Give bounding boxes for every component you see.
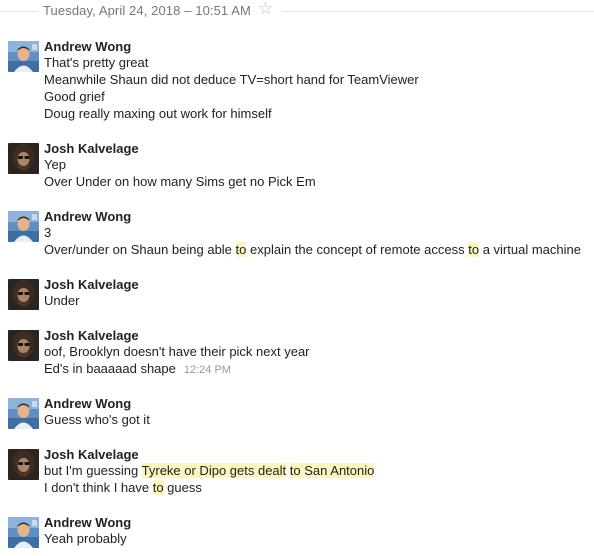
- text-segment: but I'm guessing: [44, 463, 142, 478]
- sender-name[interactable]: Andrew Wong: [44, 209, 131, 225]
- sender-name[interactable]: Josh Kalvelage: [44, 447, 139, 463]
- message-line: Yep: [44, 157, 66, 172]
- highlighted-text: Tyreke or Dipo gets dealt: [141, 463, 287, 478]
- message-line: Guess who's got it: [44, 412, 150, 427]
- sender-name[interactable]: Andrew Wong: [44, 396, 131, 412]
- message-line: oof, Brooklyn doesn't have their pick ne…: [44, 344, 310, 359]
- message-line: Doug really maxing out work for himself: [44, 106, 272, 121]
- highlighted-text: to: [235, 242, 247, 257]
- date-divider-right: [282, 11, 594, 12]
- highlighted-text: to: [468, 242, 480, 257]
- message-timestamp: 12:24 PM: [183, 364, 231, 376]
- message-line: Under: [44, 293, 80, 308]
- sender-name[interactable]: Josh Kalvelage: [44, 277, 139, 293]
- message-line: I don't think I have to guess: [44, 480, 202, 496]
- highlighted-text: to San Antonio: [289, 463, 375, 478]
- message-group: Josh Kalvelage Yep Over Under on how man…: [0, 141, 594, 191]
- andrew-wong-avatar[interactable]: [8, 211, 39, 242]
- message-line: Good grief: [44, 89, 105, 104]
- message-group: Andrew Wong That's pretty great Meanwhil…: [0, 39, 594, 123]
- josh-kalvelage-avatar[interactable]: [8, 279, 39, 310]
- text-segment: a virtual machine: [479, 242, 581, 257]
- date-separator: –: [184, 3, 192, 18]
- sender-name[interactable]: Josh Kalvelage: [44, 141, 139, 157]
- josh-kalvelage-avatar[interactable]: [8, 449, 39, 480]
- message-line: Yeah probably: [44, 531, 127, 546]
- andrew-wong-avatar[interactable]: [8, 41, 39, 72]
- message-line: Meanwhile Shaun did not deduce TV=short …: [44, 72, 419, 87]
- andrew-wong-avatar[interactable]: [8, 517, 39, 548]
- message-group: Josh Kalvelage Under: [0, 277, 594, 310]
- sender-name[interactable]: Andrew Wong: [44, 39, 131, 55]
- message-line: That's pretty great: [44, 55, 149, 70]
- message-text: Ed's in baaaaad shape: [44, 361, 176, 376]
- message-group: Josh Kalvelage but I'm guessing Tyreke o…: [0, 447, 594, 497]
- message-line: Over Under on how many Sims get no Pick …: [44, 174, 316, 189]
- message-group: Andrew Wong Guess who's got it: [0, 396, 594, 429]
- josh-kalvelage-avatar[interactable]: [8, 330, 39, 361]
- date-divider-left: [0, 11, 38, 12]
- message-group: Josh Kalvelage oof, Brooklyn doesn't hav…: [0, 328, 594, 378]
- andrew-wong-avatar[interactable]: [8, 398, 39, 429]
- date-label: Tuesday, April 24, 2018: [43, 3, 181, 18]
- message-line: Ed's in baaaaad shape 12:24 PM: [44, 361, 231, 378]
- date-header: Tuesday, April 24, 2018 – 10:51 AM ☆: [0, 0, 594, 24]
- text-segment: Over/under on Shaun being able: [44, 242, 236, 257]
- highlighted-text: to: [152, 480, 164, 495]
- message-line: 3: [44, 225, 52, 240]
- star-icon[interactable]: ☆: [258, 0, 273, 18]
- text-segment: guess: [163, 480, 202, 495]
- message-line: but I'm guessing Tyreke or Dipo gets dea…: [44, 463, 375, 479]
- sender-name[interactable]: Andrew Wong: [44, 515, 131, 531]
- time-label: 10:51 AM: [195, 3, 251, 18]
- message-group: Andrew Wong Yeah probably: [0, 515, 594, 548]
- sender-name[interactable]: Josh Kalvelage: [44, 328, 139, 344]
- message-line: Over/under on Shaun being able to explai…: [44, 242, 581, 258]
- text-segment: I don't think I have: [44, 480, 153, 495]
- josh-kalvelage-avatar[interactable]: [8, 143, 39, 174]
- message-group: Andrew Wong 3 Over/under on Shaun being …: [0, 209, 594, 259]
- text-segment: explain the concept of remote access: [246, 242, 469, 257]
- date-time-label: Tuesday, April 24, 2018 – 10:51 AM: [43, 3, 251, 18]
